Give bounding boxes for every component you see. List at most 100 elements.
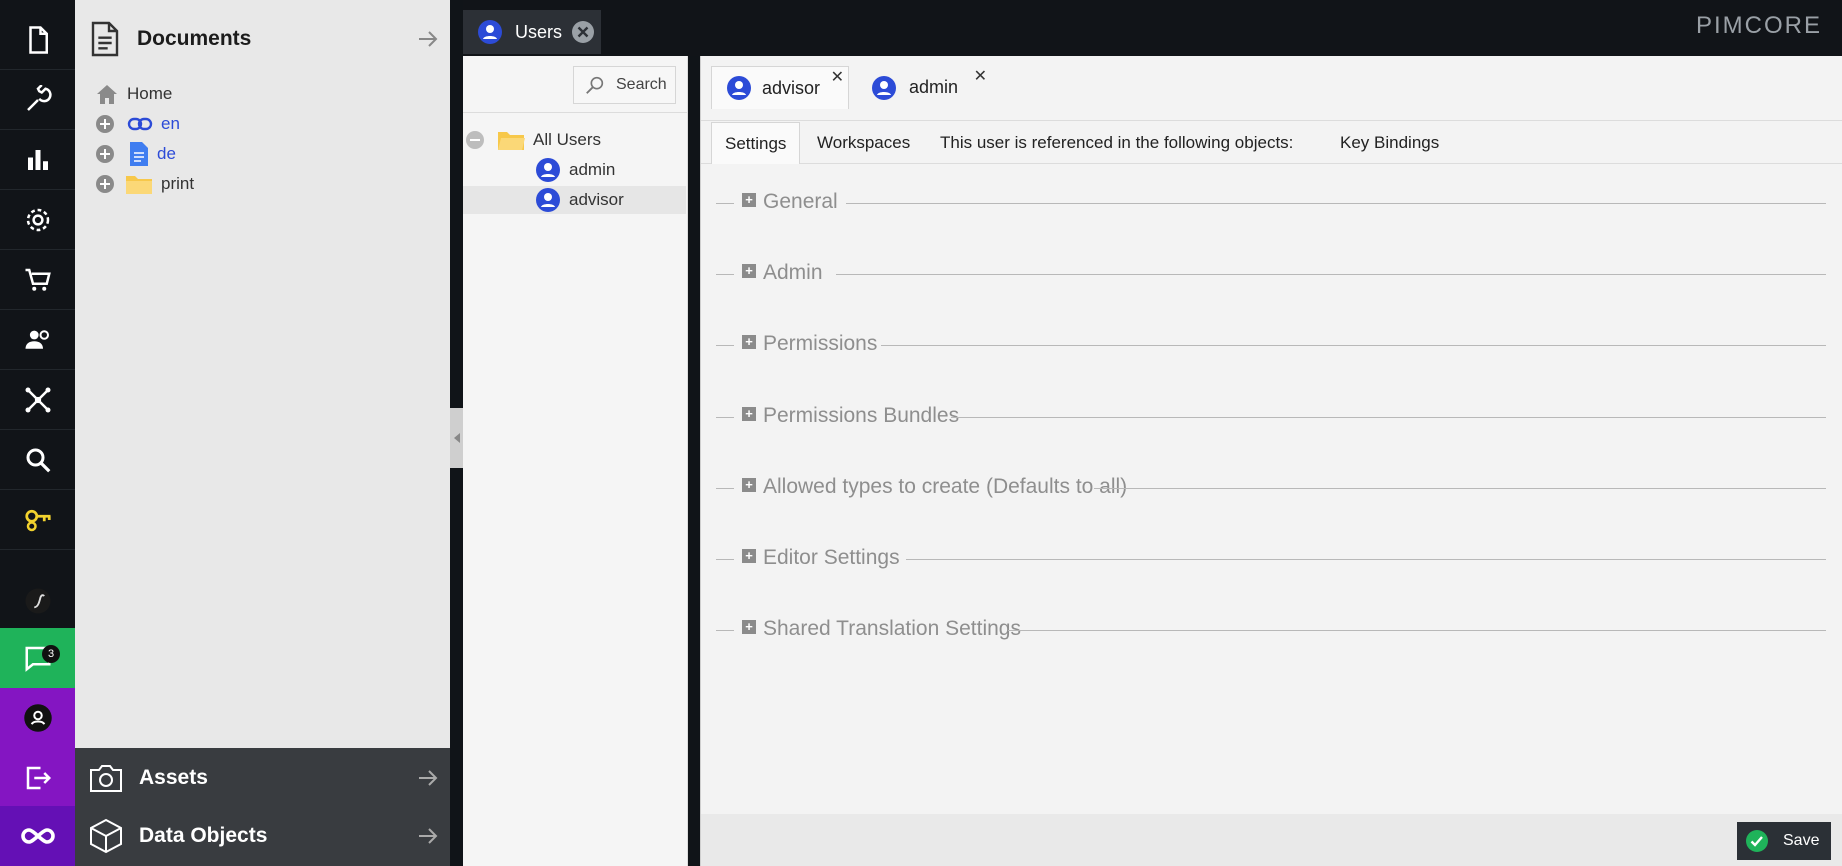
tree-label: en bbox=[161, 114, 180, 133]
pimcore-logo: PIMCORE bbox=[1695, 12, 1822, 39]
fieldset-legend: Editor Settings bbox=[763, 546, 906, 570]
close-icon[interactable]: ✕ bbox=[974, 66, 987, 86]
people-icon bbox=[25, 329, 49, 349]
tree-label: All Users bbox=[533, 130, 602, 149]
profile-button[interactable] bbox=[0, 688, 75, 748]
tree-item-advisor[interactable]: advisor bbox=[463, 186, 686, 214]
logout-button[interactable] bbox=[0, 748, 75, 808]
bar-chart-icon bbox=[27, 149, 48, 170]
fieldset-editor-settings[interactable]: + Editor Settings bbox=[716, 546, 1826, 572]
user-tab-advisor[interactable]: advisor ✕ bbox=[711, 66, 849, 109]
expand-plus-icon[interactable]: + bbox=[742, 335, 756, 349]
user-tree-panel: Search All Users admin advisor bbox=[463, 56, 688, 866]
fieldset-legend: Admin bbox=[763, 261, 829, 285]
users-menu-button[interactable] bbox=[0, 310, 75, 370]
tree-item-all-users[interactable]: All Users bbox=[465, 126, 688, 154]
tree-label: advisor bbox=[569, 190, 624, 209]
tab-users[interactable]: Users bbox=[463, 10, 601, 54]
expand-plus-icon[interactable]: + bbox=[742, 264, 756, 278]
key-icon bbox=[24, 509, 51, 531]
document-icon bbox=[91, 21, 119, 57]
user-editor: advisor ✕ admin ✕ Settings Workspaces Th… bbox=[700, 56, 1842, 866]
tree-item-home[interactable]: Home bbox=[95, 80, 172, 108]
tab-workspaces[interactable]: Workspaces bbox=[804, 122, 923, 164]
fieldset-legend: Permissions Bundles bbox=[763, 404, 966, 428]
save-button[interactable]: Save bbox=[1737, 822, 1831, 860]
ecommerce-menu-button[interactable] bbox=[0, 250, 75, 310]
marketing-menu-button[interactable] bbox=[0, 130, 75, 190]
search-label: Search bbox=[616, 76, 667, 93]
tab-key-bindings[interactable]: Key Bindings bbox=[1327, 122, 1452, 164]
user-avatar-icon bbox=[23, 704, 52, 732]
tree-item-en[interactable]: en bbox=[95, 110, 180, 138]
arrow-right-icon[interactable] bbox=[416, 27, 440, 51]
expand-plus-icon[interactable]: + bbox=[742, 407, 756, 421]
panel-collapse-handle[interactable] bbox=[450, 408, 463, 468]
file-icon bbox=[28, 25, 48, 54]
cart-icon bbox=[25, 268, 51, 291]
folder-open-icon bbox=[498, 132, 525, 150]
fieldset-permissions-bundles[interactable]: + Permissions Bundles bbox=[716, 404, 1826, 430]
page-icon bbox=[130, 142, 148, 166]
fieldset-allowed-types[interactable]: + Allowed types to create (Defaults to a… bbox=[716, 475, 1826, 501]
user-icon bbox=[872, 75, 896, 100]
tab-users-label: Users bbox=[515, 21, 563, 42]
tab-referenced-objects[interactable]: This user is referenced in the following… bbox=[927, 122, 1306, 164]
fieldset-general[interactable]: + General bbox=[716, 190, 1826, 216]
fieldset-legend: Allowed types to create (Defaults to all… bbox=[763, 475, 1134, 499]
search-menu-button[interactable] bbox=[0, 430, 75, 490]
navigation-panel: Documents Home en de print Assets Data O… bbox=[75, 0, 450, 866]
symfony-toolbar-button[interactable] bbox=[0, 574, 75, 628]
checkmark-icon bbox=[1746, 830, 1768, 852]
user-tab-label: advisor bbox=[762, 77, 821, 98]
expand-plus-icon[interactable]: + bbox=[742, 193, 756, 207]
user-icon bbox=[536, 188, 560, 212]
user-icon bbox=[536, 158, 560, 182]
expand-plus-icon[interactable]: + bbox=[742, 620, 756, 634]
fieldset-permissions[interactable]: + Permissions bbox=[716, 332, 1826, 358]
expand-plus-icon[interactable]: + bbox=[742, 549, 756, 563]
user-tab-admin[interactable]: admin ✕ bbox=[861, 66, 991, 109]
collapse-minus-icon[interactable] bbox=[465, 130, 485, 150]
fieldset-legend: Permissions bbox=[763, 332, 884, 356]
assets-section-header[interactable]: Assets bbox=[75, 748, 450, 808]
tools-menu-button[interactable] bbox=[0, 70, 75, 130]
close-icon[interactable]: ✕ bbox=[831, 67, 844, 87]
close-icon[interactable] bbox=[571, 20, 595, 44]
divider bbox=[716, 630, 734, 631]
tree-item-de[interactable]: de bbox=[95, 140, 176, 168]
tree-label: print bbox=[161, 174, 195, 193]
tree-label: Home bbox=[127, 84, 173, 103]
divider bbox=[716, 417, 734, 418]
tree-item-admin[interactable]: admin bbox=[463, 156, 686, 184]
divider bbox=[951, 417, 1826, 418]
divider bbox=[906, 559, 1826, 560]
logout-icon bbox=[26, 766, 51, 790]
notifications-button[interactable]: 3 bbox=[0, 628, 75, 688]
file-menu-button[interactable] bbox=[0, 10, 75, 70]
expand-plus-icon[interactable] bbox=[95, 174, 115, 194]
save-label: Save bbox=[1783, 832, 1820, 849]
divider bbox=[716, 488, 734, 489]
fieldset-admin[interactable]: + Admin bbox=[716, 261, 1826, 287]
pimcore-logo-button[interactable] bbox=[0, 806, 75, 866]
data-objects-section-header[interactable]: Data Objects bbox=[75, 806, 450, 866]
expand-plus-icon[interactable]: + bbox=[742, 478, 756, 492]
arrow-right-icon[interactable] bbox=[416, 766, 440, 790]
tab-settings[interactable]: Settings bbox=[711, 122, 801, 164]
assets-title: Assets bbox=[139, 766, 208, 789]
settings-menu-button[interactable] bbox=[0, 190, 75, 250]
user-icon bbox=[727, 76, 751, 100]
link-icon bbox=[127, 117, 153, 131]
arrow-right-icon[interactable] bbox=[416, 824, 440, 848]
data-objects-title: Data Objects bbox=[139, 824, 268, 847]
expand-plus-icon[interactable] bbox=[95, 114, 115, 134]
license-menu-button[interactable] bbox=[0, 490, 75, 550]
documents-section-header[interactable]: Documents bbox=[75, 9, 450, 69]
expand-plus-icon[interactable] bbox=[95, 144, 115, 164]
user-tab-label: admin bbox=[909, 77, 959, 97]
search-button[interactable]: Search bbox=[573, 66, 676, 104]
datahub-menu-button[interactable] bbox=[0, 370, 75, 430]
fieldset-shared-translation-settings[interactable]: + Shared Translation Settings bbox=[716, 617, 1826, 643]
tree-item-print[interactable]: print bbox=[95, 170, 194, 198]
